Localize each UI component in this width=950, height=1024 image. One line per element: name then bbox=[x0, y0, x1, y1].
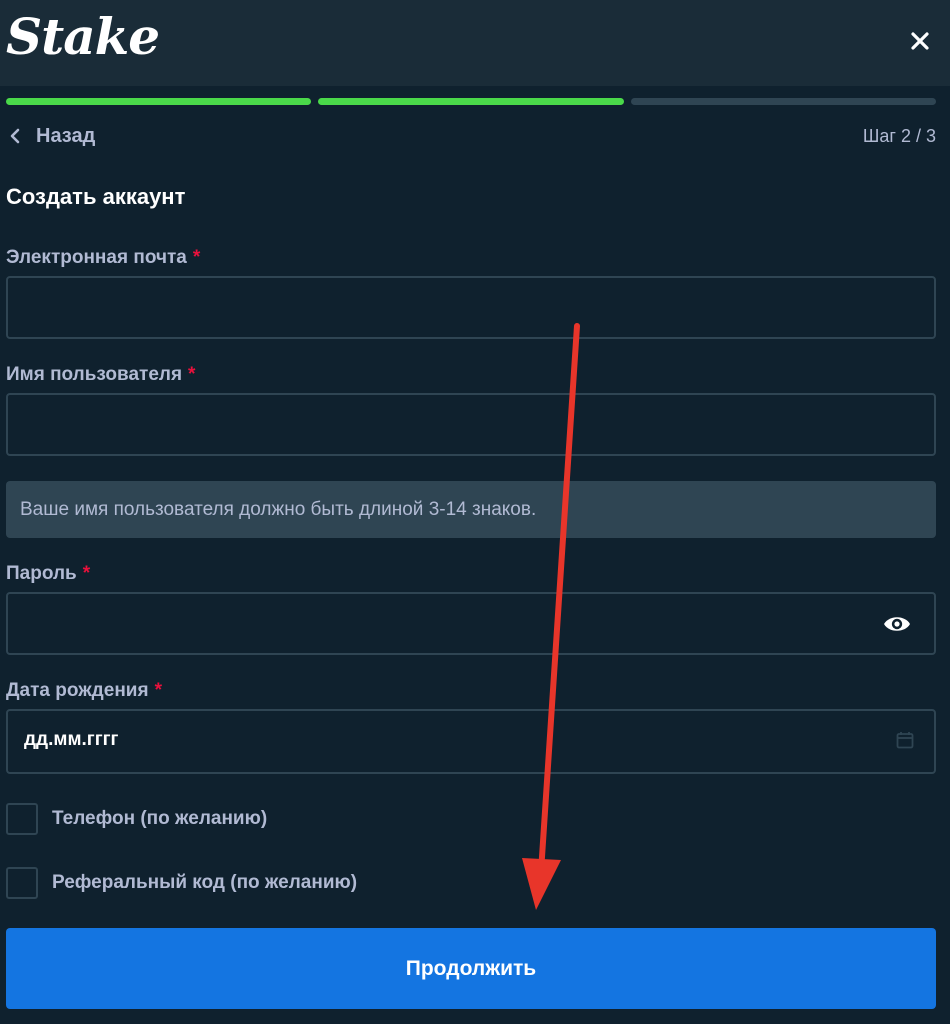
calendar-button[interactable] bbox=[896, 731, 916, 751]
birthdate-label-text: Дата рождения bbox=[6, 680, 149, 701]
back-label: Назад bbox=[36, 124, 96, 147]
email-input[interactable] bbox=[8, 278, 934, 337]
password-label: Пароль * bbox=[6, 563, 90, 585]
email-label-text: Электронная почта bbox=[6, 247, 187, 268]
progress-segment-2 bbox=[318, 98, 624, 105]
username-label: Имя пользователя * bbox=[6, 364, 195, 386]
password-input[interactable] bbox=[8, 594, 934, 653]
toggle-password-visibility-button[interactable] bbox=[882, 611, 912, 637]
stake-logo: Stake bbox=[6, 7, 160, 66]
username-input[interactable] bbox=[8, 395, 934, 454]
birthdate-label: Дата рождения * bbox=[6, 680, 162, 702]
referral-option-label: Реферальный код (по желанию) bbox=[52, 872, 358, 893]
modal-header: Stake bbox=[0, 0, 950, 86]
eye-icon bbox=[884, 617, 910, 631]
close-icon bbox=[911, 32, 929, 50]
signup-modal: Stake Назад Шаг 2 / 3 Создать аккаунт Эл… bbox=[0, 0, 950, 1024]
required-mark: * bbox=[192, 247, 201, 268]
password-label-text: Пароль bbox=[6, 563, 77, 584]
close-button[interactable] bbox=[904, 25, 936, 57]
username-field bbox=[6, 393, 936, 456]
password-field bbox=[6, 592, 936, 655]
back-button[interactable]: Назад bbox=[8, 122, 95, 150]
referral-checkbox[interactable] bbox=[6, 867, 38, 899]
form-title: Создать аккаунт bbox=[6, 184, 186, 209]
birthdate-field[interactable]: дд.мм.гггг bbox=[6, 709, 936, 774]
username-hint: Ваше имя пользователя должно быть длиной… bbox=[6, 481, 936, 538]
progress-segment-3 bbox=[631, 98, 936, 105]
step-progress-bar bbox=[6, 98, 936, 105]
email-field bbox=[6, 276, 936, 339]
required-mark: * bbox=[188, 364, 196, 385]
referral-option[interactable]: Реферальный код (по желанию) bbox=[6, 867, 357, 899]
phone-option[interactable]: Телефон (по желанию) bbox=[6, 803, 267, 835]
birthdate-placeholder: дд.мм.гггг bbox=[24, 729, 119, 750]
phone-checkbox[interactable] bbox=[6, 803, 38, 835]
email-label: Электронная почта * bbox=[6, 247, 200, 269]
calendar-icon bbox=[896, 732, 914, 749]
continue-button[interactable]: Продолжить bbox=[6, 928, 936, 1009]
progress-segment-1 bbox=[6, 98, 311, 105]
chevron-left-icon bbox=[10, 128, 20, 144]
phone-option-label: Телефон (по желанию) bbox=[52, 808, 268, 829]
step-indicator: Шаг 2 / 3 bbox=[862, 126, 936, 146]
required-mark: * bbox=[154, 680, 162, 701]
username-label-text: Имя пользователя bbox=[6, 364, 183, 385]
required-mark: * bbox=[82, 563, 91, 584]
